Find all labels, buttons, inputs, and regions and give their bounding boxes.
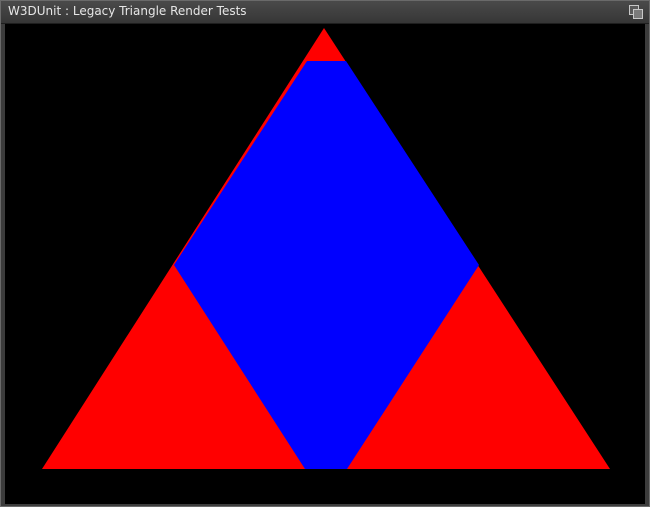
restore-box-front bbox=[633, 9, 643, 19]
title-bar[interactable]: W3DUnit : Legacy Triangle Render Tests bbox=[1, 1, 649, 24]
render-canvas bbox=[42, 28, 610, 469]
restore-window-icon[interactable] bbox=[629, 5, 643, 19]
render-viewport[interactable] bbox=[5, 24, 645, 504]
window-title: W3DUnit : Legacy Triangle Render Tests bbox=[8, 4, 247, 18]
app-window: W3DUnit : Legacy Triangle Render Tests bbox=[0, 0, 650, 507]
